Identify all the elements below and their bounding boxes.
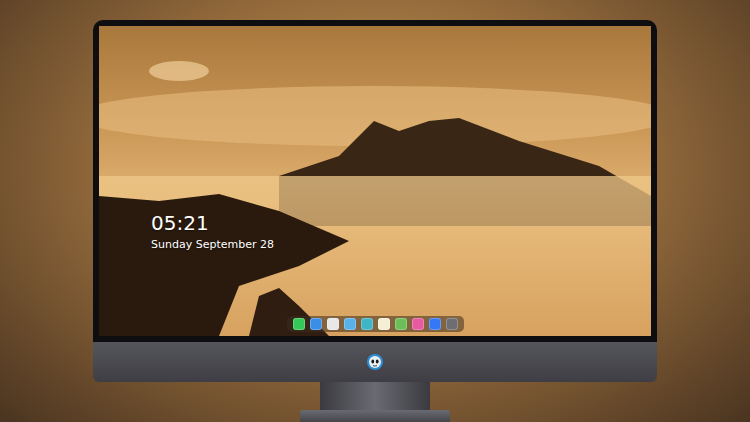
app-icon[interactable] (310, 318, 322, 330)
wallpaper (99, 26, 651, 336)
app-icon[interactable] (446, 318, 458, 330)
clock-date: Sunday September 28 (151, 238, 651, 251)
lock-clock: 05:21 Sunday September 28 (99, 212, 651, 251)
screen-bezel: 05:21 Sunday September 28 (93, 20, 657, 342)
app-icon[interactable] (344, 318, 356, 330)
app-icon[interactable] (429, 318, 441, 330)
monitor: 05:21 Sunday September 28 (93, 20, 657, 422)
page: 05:21 Sunday September 28 (0, 0, 750, 422)
app-icon[interactable] (327, 318, 339, 330)
monitor-stand (320, 382, 430, 410)
app-icon[interactable] (395, 318, 407, 330)
dock (287, 316, 464, 332)
logo-icon (366, 353, 384, 371)
app-icon[interactable] (361, 318, 373, 330)
monitor-base (300, 410, 450, 422)
desktop-screen: 05:21 Sunday September 28 (99, 26, 651, 336)
clock-time: 05:21 (151, 212, 651, 234)
app-icon[interactable] (293, 318, 305, 330)
app-icon[interactable] (378, 318, 390, 330)
app-icon[interactable] (412, 318, 424, 330)
monitor-chin (93, 342, 657, 382)
